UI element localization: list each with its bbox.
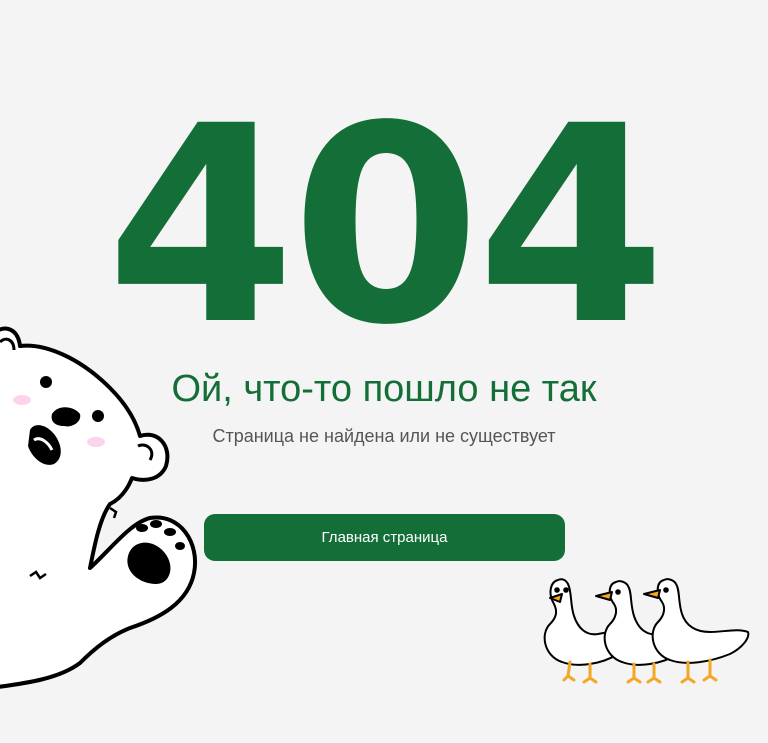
duck-3 [643,578,750,684]
home-button[interactable]: Главная страница [204,514,565,561]
ducks-icon [543,578,750,684]
error-title: Ой, что-то пошло не так [171,368,597,410]
error-subtitle: Страница не найдена или не существует [212,426,556,446]
